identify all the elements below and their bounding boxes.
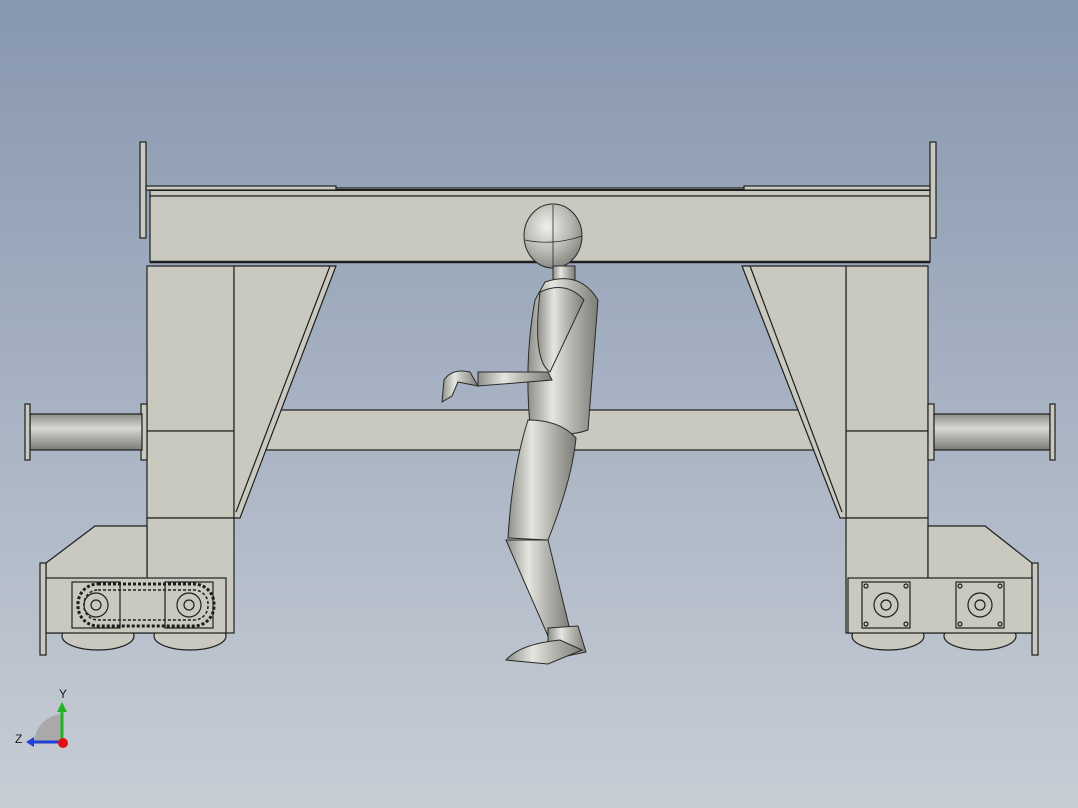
right-axle xyxy=(933,403,1056,461)
triad-arc-icon xyxy=(34,714,62,742)
x-axis-dot xyxy=(58,738,68,748)
left-axle xyxy=(24,403,143,461)
cad-viewport[interactable]: Y Z xyxy=(0,0,1078,808)
z-axis-label: Z xyxy=(15,732,22,746)
model-graphics[interactable]: Y Z xyxy=(0,0,1078,808)
view-orientation-triad: Y Z xyxy=(15,687,68,748)
y-axis-label: Y xyxy=(59,687,67,701)
